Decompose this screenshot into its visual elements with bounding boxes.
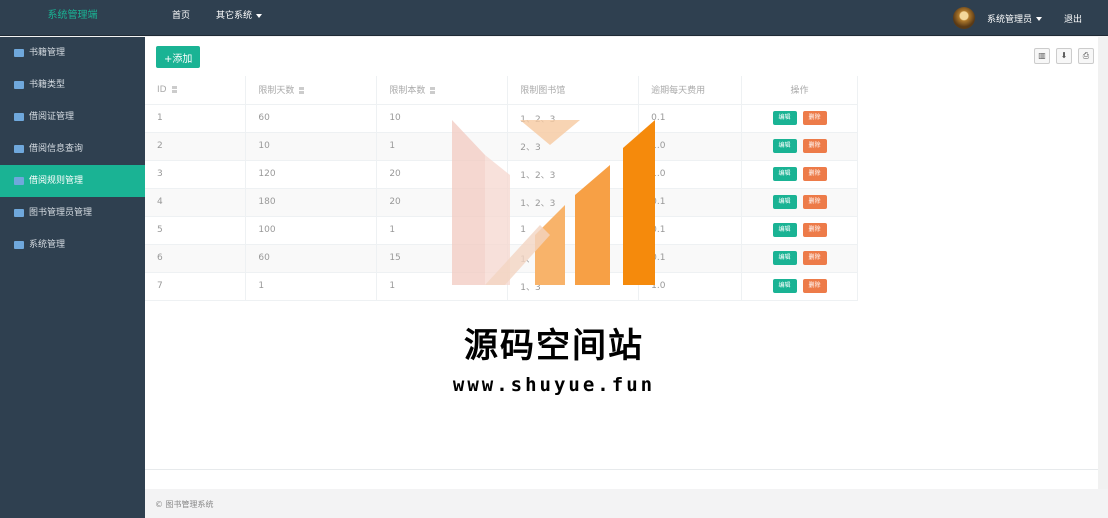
sidebar-item-label: 借阅信息查询 <box>29 144 84 154</box>
rules-icon <box>14 177 24 185</box>
header-label: 限制本数 <box>389 86 426 97</box>
logout-link[interactable]: 退出 <box>1064 12 1082 25</box>
sidebar-item-label: 图书管理员管理 <box>29 208 93 218</box>
users-icon <box>14 209 24 217</box>
user-area: 系统管理员 退出 <box>952 0 1082 36</box>
edit-button[interactable]: 编辑 <box>772 223 797 237</box>
edit-button[interactable]: 编辑 <box>772 111 797 125</box>
divider <box>145 469 1108 470</box>
list-icon <box>14 81 24 89</box>
delete-button[interactable]: 删除 <box>802 195 827 209</box>
edit-button[interactable]: 编辑 <box>772 251 797 265</box>
cell-actions: 编辑 删除 <box>741 132 858 161</box>
cell-actions: 编辑 删除 <box>741 272 858 301</box>
delete-button[interactable]: 删除 <box>802 251 827 265</box>
cell-days: 120 <box>245 160 378 189</box>
watermark-title: 源码空间站 <box>464 326 644 366</box>
export-icon[interactable]: ⬇ <box>1056 48 1072 64</box>
delete-button[interactable]: 删除 <box>802 111 827 125</box>
edit-button[interactable]: 编辑 <box>772 167 797 181</box>
sidebar-item-label: 借阅证管理 <box>29 112 75 122</box>
sidebar-item-label: 借阅规则管理 <box>29 176 84 186</box>
cell-days: 60 <box>245 244 378 273</box>
search-icon <box>14 145 24 153</box>
nav-other-systems[interactable]: 其它系统 <box>216 0 263 36</box>
edit-button[interactable]: 编辑 <box>772 139 797 153</box>
cell-days: 100 <box>245 216 378 245</box>
sidebar-item-books[interactable]: 书籍管理 <box>0 37 145 69</box>
header-label: ID <box>157 84 167 95</box>
sidebar-item-label: 系统管理 <box>29 240 66 250</box>
cell-id: 4 <box>145 188 247 217</box>
delete-button[interactable]: 删除 <box>802 279 827 293</box>
sort-icon <box>430 87 436 95</box>
column-header-days[interactable]: 限制天数 <box>245 76 378 105</box>
column-header-libraries: 限制图书馆 <box>507 76 640 105</box>
watermark-shape <box>520 120 580 145</box>
column-header-actions: 操作 <box>741 76 858 105</box>
watermark-shape <box>575 165 610 285</box>
sidebar-item-system[interactable]: 系统管理 <box>0 229 145 261</box>
sidebar-item-label: 书籍管理 <box>29 48 66 58</box>
chevron-down-icon <box>256 13 263 18</box>
delete-button[interactable]: 删除 <box>802 223 827 237</box>
cell-days: 180 <box>245 188 378 217</box>
cell-actions: 编辑 删除 <box>741 216 858 245</box>
settings-icon <box>14 241 24 249</box>
footer: © 图书管理系统 <box>145 492 1108 518</box>
user-name: 系统管理员 <box>986 14 1032 25</box>
sidebar-item-book-types[interactable]: 书籍类型 <box>0 69 145 101</box>
top-nav: 首页 其它系统 <box>172 0 263 36</box>
sort-icon <box>299 87 305 95</box>
column-header-count[interactable]: 限制本数 <box>376 76 509 105</box>
cell-days: 60 <box>245 104 378 133</box>
nav-other-systems-label: 其它系统 <box>216 11 253 21</box>
sidebar: 书籍管理 书籍类型 借阅证管理 借阅信息查询 借阅规则管理 图书管理员管理 系统… <box>0 37 145 518</box>
header-label: 限制天数 <box>258 86 295 97</box>
add-button[interactable]: +添加 <box>156 46 201 68</box>
book-icon <box>14 49 24 57</box>
sidebar-item-label: 书籍类型 <box>29 80 66 90</box>
watermark-shape <box>623 120 655 285</box>
edit-button[interactable]: 编辑 <box>772 195 797 209</box>
edit-button[interactable]: 编辑 <box>772 279 797 293</box>
cell-actions: 编辑 删除 <box>741 160 858 189</box>
cell-id: 6 <box>145 244 247 273</box>
scrollbar[interactable] <box>1098 37 1108 489</box>
watermark-shape <box>452 120 485 285</box>
cell-days: 10 <box>245 132 378 161</box>
print-icon[interactable]: ⎙ <box>1078 48 1094 64</box>
cell-actions: 编辑 删除 <box>741 104 858 133</box>
sidebar-item-librarians[interactable]: 图书管理员管理 <box>0 197 145 229</box>
cell-id: 2 <box>145 132 247 161</box>
top-bar: 系统管理端 首页 其它系统 系统管理员 退出 <box>0 0 1108 36</box>
avatar[interactable] <box>952 7 975 29</box>
columns-icon[interactable]: ▥ <box>1034 48 1050 64</box>
brand-title[interactable]: 系统管理端 <box>0 0 145 36</box>
column-header-fee: 逾期每天费用 <box>638 76 743 105</box>
delete-button[interactable]: 删除 <box>802 139 827 153</box>
table-header-row: ID 限制天数 限制本数 限制图书馆 逾期每天费用 操作 <box>145 76 858 105</box>
chevron-down-icon <box>1035 17 1042 21</box>
toolbar: +添加 <box>156 46 201 68</box>
sidebar-item-borrow-rules[interactable]: 借阅规则管理 <box>0 165 145 197</box>
sidebar-item-borrow-query[interactable]: 借阅信息查询 <box>0 133 145 165</box>
cell-actions: 编辑 删除 <box>741 244 858 273</box>
cell-days: 1 <box>245 272 378 301</box>
sidebar-item-library-cards[interactable]: 借阅证管理 <box>0 101 145 133</box>
watermark-url: www.shuyue.fun <box>452 374 656 396</box>
sort-icon <box>171 85 177 93</box>
card-icon <box>14 113 24 121</box>
cell-id: 3 <box>145 160 247 189</box>
cell-id: 5 <box>145 216 247 245</box>
table-tools: ▥ ⬇ ⎙ <box>1034 48 1094 64</box>
nav-home[interactable]: 首页 <box>172 0 190 36</box>
cell-actions: 编辑 删除 <box>741 188 858 217</box>
cell-id: 1 <box>145 104 247 133</box>
user-menu[interactable]: 系统管理员 <box>987 12 1042 25</box>
cell-id: 7 <box>145 272 247 301</box>
column-header-id[interactable]: ID <box>145 76 247 105</box>
delete-button[interactable]: 删除 <box>802 167 827 181</box>
